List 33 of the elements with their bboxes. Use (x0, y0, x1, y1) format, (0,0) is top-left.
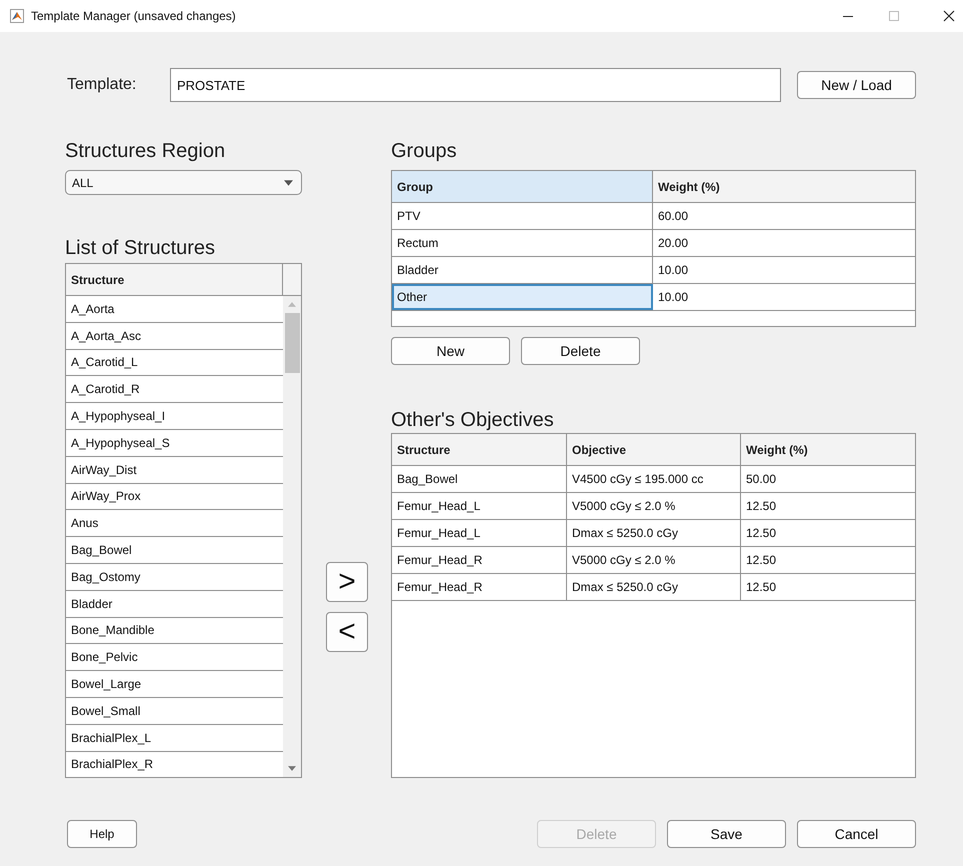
template-label: Template: (66, 76, 138, 94)
group-button[interactable]: New (391, 337, 510, 365)
scroll-up-icon[interactable] (288, 302, 296, 307)
group-button[interactable]: Delete (521, 337, 640, 365)
maximize-icon[interactable] (888, 10, 900, 22)
scrollbar[interactable] (283, 296, 301, 777)
close-icon[interactable] (943, 10, 955, 22)
column-header[interactable]: Group (392, 171, 653, 202)
column-header[interactable]: Structure (392, 434, 567, 465)
dialog-button[interactable]: Save (667, 820, 786, 848)
column-header[interactable]: Weight (%) (653, 171, 915, 202)
structure-row[interactable]: A_Carotid_L (66, 350, 283, 376)
region-dropdown[interactable]: ALL (65, 170, 302, 195)
section-heading: Groups (391, 139, 458, 164)
move-button[interactable]: > (326, 562, 368, 602)
structure-row[interactable]: AirWay_Prox (66, 484, 283, 510)
section-heading: Structures Region (65, 139, 226, 164)
help-button[interactable]: Help (67, 820, 137, 848)
structure-row[interactable]: Bone_Mandible (66, 618, 283, 644)
column-header[interactable]: Objective (567, 434, 741, 465)
window-title: Template Manager (unsaved changes) (31, 9, 236, 23)
scroll-thumb[interactable] (284, 313, 300, 373)
section-heading: Other's Objectives (391, 408, 555, 433)
section-heading: List of Structures (65, 236, 216, 261)
column-header[interactable]: Weight (%) (741, 434, 915, 465)
caret-icon (284, 180, 293, 186)
move-button[interactable]: < (326, 612, 368, 652)
table-cell[interactable]: Other (392, 284, 653, 310)
dialog-button[interactable]: Cancel (797, 820, 916, 848)
new-load-button[interactable]: New / Load (797, 71, 916, 99)
scroll-down-icon[interactable] (288, 766, 296, 771)
template-field[interactable]: PROSTATE (170, 68, 781, 102)
peak-icon (10, 9, 24, 23)
